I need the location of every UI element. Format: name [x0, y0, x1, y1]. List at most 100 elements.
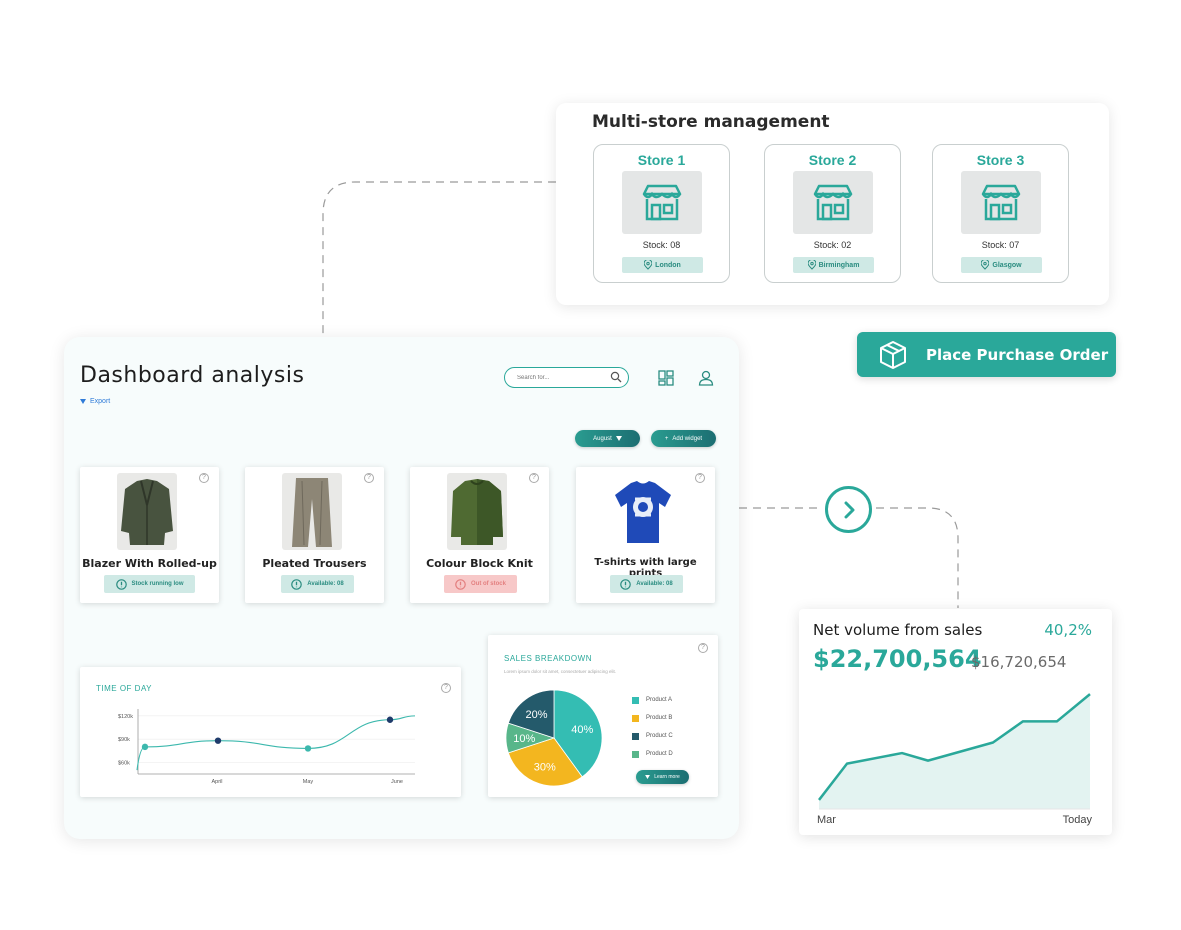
stock-status: Out of stock: [470, 581, 506, 587]
stock-status-badge: Stock running low: [104, 575, 195, 593]
time-of-day-chart: $120k $90k $60k April May June: [118, 709, 416, 785]
help-icon[interactable]: ?: [199, 473, 209, 483]
dashboard-panel: Dashboard analysis Export August + Add w…: [64, 337, 739, 839]
pie-slice-label: 20%: [525, 709, 547, 721]
learn-more-label: Learn more: [654, 774, 680, 780]
location-pin-icon: [644, 260, 653, 270]
product-card[interactable]: ? Pleated Trousers Available: 08: [245, 467, 384, 603]
x-tick-label: June: [391, 779, 403, 785]
store-panel-title: Multi-store management: [592, 112, 830, 132]
product-name: Pleated Trousers: [262, 557, 367, 570]
stock-status-badge: Available: 08: [610, 575, 683, 593]
area-fill: [819, 694, 1090, 809]
product-name: Colour Block Knit: [426, 557, 533, 570]
product-card[interactable]: ? T-shirts with large prints Available: …: [576, 467, 715, 603]
store-location-badge: London: [622, 257, 703, 273]
store-location-badge: Glasgow: [961, 257, 1042, 273]
legend-item: Product A: [632, 691, 673, 709]
help-icon[interactable]: ?: [695, 473, 705, 483]
store-card[interactable]: Store 3 Stock: 07 Glasgow: [932, 144, 1069, 283]
product-image: [447, 473, 507, 550]
data-point[interactable]: [386, 716, 394, 723]
legend-swatch: [632, 732, 639, 740]
place-purchase-order-button[interactable]: Place Purchase Order: [857, 332, 1116, 377]
caret-down-icon: [80, 399, 86, 404]
alert-icon: [115, 578, 127, 590]
x-tick-label: May: [303, 779, 314, 785]
store-location: Birmingham: [818, 261, 860, 269]
stock-status-badge: Available: 08: [281, 575, 354, 593]
y-tick-label: $60k: [118, 760, 130, 766]
legend-label: Product B: [646, 715, 673, 721]
learn-more-button[interactable]: Learn more: [636, 770, 689, 784]
stock-status-badge: Out of stock: [444, 575, 517, 593]
help-icon[interactable]: ?: [529, 473, 539, 483]
data-point[interactable]: [141, 743, 149, 751]
product-name: Blazer With Rolled-up: [82, 557, 217, 570]
pie-slice-label: 40%: [571, 724, 593, 736]
store-name: Store 2: [808, 152, 857, 168]
chevron-right-icon: [844, 501, 854, 518]
alert-icon: [291, 578, 303, 590]
product-image: [282, 473, 342, 550]
search-input[interactable]: [517, 371, 609, 384]
search-icon[interactable]: [610, 371, 622, 383]
add-widget-label: Add widget: [672, 435, 703, 442]
pie-legend: Product A Product B Product C Product D: [632, 691, 673, 763]
series-line: [136, 715, 416, 771]
store-icon: [961, 171, 1041, 234]
store-stock: Stock: 08: [642, 240, 681, 250]
next-arrow-button[interactable]: [825, 486, 872, 533]
help-icon[interactable]: ?: [364, 473, 374, 483]
layout-grid-icon[interactable]: [658, 370, 674, 386]
store-location-badge: Birmingham: [793, 257, 874, 273]
x-tick-label: April: [211, 779, 222, 785]
legend-label: Product A: [646, 697, 673, 703]
y-tick-label: $90k: [118, 737, 130, 743]
store-location: London: [655, 261, 681, 269]
x-axis-end-label: Today: [1062, 814, 1092, 826]
pie-slice-label: 30%: [534, 761, 556, 773]
caret-down-icon: [615, 436, 622, 441]
legend-label: Product C: [646, 733, 673, 739]
store-card[interactable]: Store 2 Stock: 02 Birmingham: [764, 144, 901, 283]
alert-icon: [620, 578, 632, 590]
store-stock: Stock: 07: [981, 240, 1020, 250]
caret-down-icon: [645, 775, 651, 779]
store-card[interactable]: Store 1 Stock: 08 London: [593, 144, 730, 283]
legend-item: Product B: [632, 709, 673, 727]
sales-breakdown-card: SALES BREAKDOWN Lorem ipsum dolor sit am…: [488, 635, 718, 797]
multi-store-panel: Multi-store management Store 1 Stock: 08…: [556, 103, 1109, 305]
export-button[interactable]: Export: [80, 398, 110, 405]
data-point[interactable]: [304, 745, 312, 752]
net-volume-chart: [818, 693, 1091, 810]
page-title: Dashboard analysis: [80, 363, 305, 388]
add-widget-button[interactable]: + Add widget: [651, 430, 716, 447]
alert-icon: [455, 578, 466, 590]
user-icon[interactable]: [698, 370, 714, 386]
store-icon: [622, 171, 702, 234]
search-box[interactable]: [504, 367, 629, 388]
y-tick-label: $120k: [118, 714, 133, 720]
export-label: Export: [90, 398, 111, 405]
stock-status: Available: 08: [636, 581, 673, 587]
store-name: Store 1: [637, 152, 686, 168]
product-card[interactable]: ? Blazer With Rolled-up Stock running lo…: [80, 467, 219, 603]
stock-status: Stock running low: [131, 581, 184, 587]
location-pin-icon: [807, 260, 816, 270]
pie-slice-label: 10%: [513, 733, 535, 745]
store-stock: Stock: 02: [813, 240, 852, 250]
stock-status: Available: 08: [307, 581, 344, 587]
month-select[interactable]: August: [575, 430, 640, 447]
location-pin-icon: [981, 260, 990, 270]
legend-item: Product D: [632, 745, 673, 763]
legend-swatch: [632, 714, 639, 722]
product-card[interactable]: ? Colour Block Knit Out of stock: [410, 467, 549, 603]
product-image: [117, 473, 177, 550]
x-axis-start-label: Mar: [817, 814, 836, 826]
legend-swatch: [632, 750, 639, 758]
data-point[interactable]: [214, 737, 222, 744]
legend-label: Product D: [646, 751, 673, 757]
purchase-order-label: Place Purchase Order: [926, 346, 1109, 364]
product-image: [613, 473, 673, 550]
